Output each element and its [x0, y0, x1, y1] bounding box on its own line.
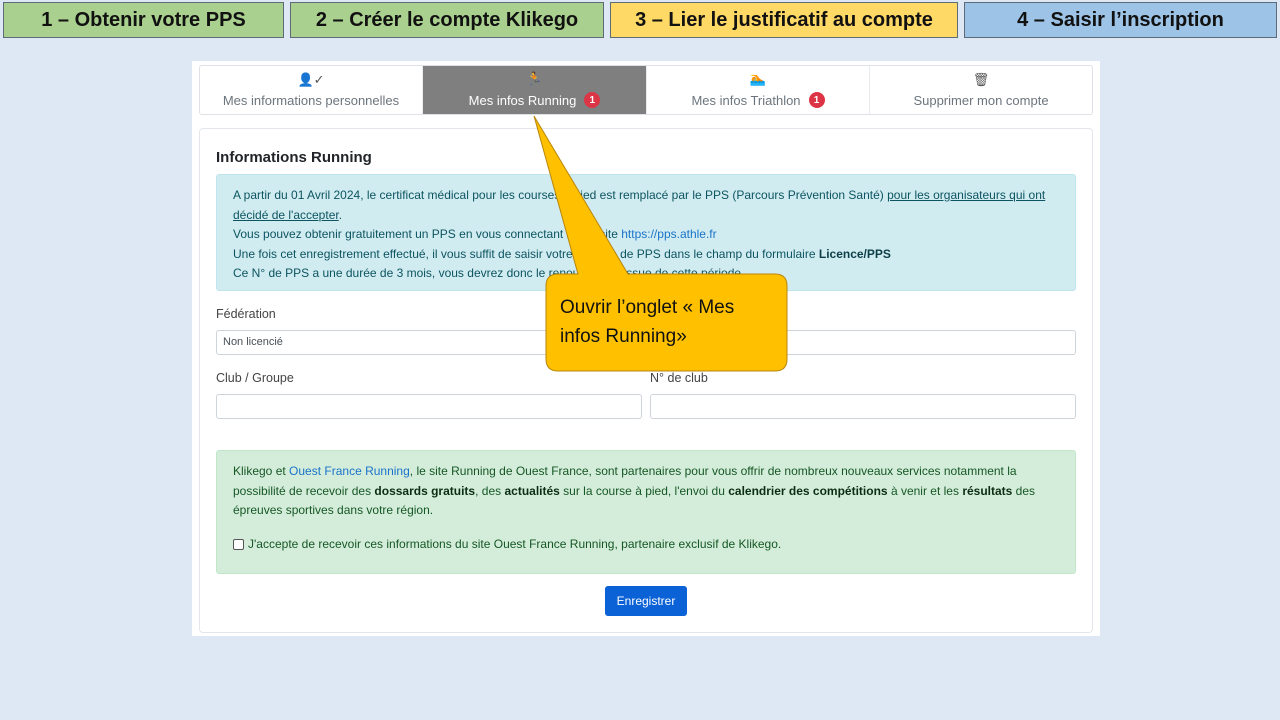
tab-personal-info[interactable]: 👤✓ Mes informations personnelles — [200, 66, 423, 114]
partner-bold: résultats — [962, 483, 1013, 498]
tab-running-info[interactable]: 🏃 Mes infos Running 1 — [423, 66, 647, 114]
partner-bold: calendrier des compétitions — [728, 483, 888, 498]
tab-label: Mes infos Running — [468, 92, 577, 108]
info-bold: Licence/PPS — [818, 246, 891, 261]
step-3-banner: 3 – Lier le justificatif au compte — [610, 2, 958, 38]
info-text: Une fois cet enregistrement effectué, il… — [233, 246, 819, 261]
tab-delete-account[interactable]: 🗑 Supprimer mon compte — [870, 66, 1092, 114]
partner-text: à venir et les — [887, 483, 963, 498]
pps-site-link[interactable]: https://pps.athle.fr — [621, 227, 716, 241]
partner-text: , des — [475, 483, 505, 498]
tab-label: Mes infos Triathlon — [691, 92, 801, 108]
partner-text: Klikego et — [233, 464, 290, 478]
consent-label: J'accepte de recevoir ces informations d… — [248, 537, 782, 551]
running-info-card: Informations Running A partir du 01 Avri… — [199, 128, 1093, 633]
section-title: Informations Running — [216, 149, 372, 166]
info-text: . — [338, 207, 343, 222]
info-text: A partir du 01 Avril 2024, le certificat… — [233, 188, 888, 202]
notification-badge: 1 — [808, 92, 825, 108]
partner-alert: Klikego et Ouest France Running, le site… — [216, 450, 1076, 574]
club-number-field[interactable] — [650, 394, 1076, 419]
partner-text: sur la course à pied, l'envoi du — [559, 483, 729, 498]
account-tabs: 👤✓ Mes informations personnelles 🏃 Mes i… — [199, 65, 1093, 115]
tab-triathlon-info[interactable]: 🏊 Mes infos Triathlon 1 — [647, 66, 870, 114]
callout-text: Ouvrir l’onglet « Mes infos Running» — [560, 297, 735, 347]
club-number-label: N° de club — [650, 371, 708, 385]
swimmer-icon: 🏊 — [749, 71, 767, 86]
user-check-icon: 👤✓ — [297, 71, 325, 87]
step-4-banner: 4 – Saisir l’inscription — [964, 2, 1277, 38]
consent-checkbox[interactable] — [233, 539, 244, 551]
save-button[interactable]: Enregistrer — [605, 586, 687, 616]
notification-badge: 1 — [584, 92, 601, 108]
info-text: Ce N° de PPS a une durée de 3 mois, vous… — [233, 266, 745, 280]
partner-bold: actualités — [504, 483, 560, 498]
club-label: Club / Groupe — [216, 371, 294, 385]
running-icon: 🏃 — [526, 71, 543, 86]
tab-label: Mes informations personnelles — [222, 92, 400, 108]
ouest-france-link[interactable]: Ouest France Running — [289, 464, 410, 478]
step-2-banner: 2 – Créer le compte Klikego — [290, 2, 604, 38]
pps-info-alert: A partir du 01 Avril 2024, le certificat… — [216, 174, 1076, 291]
step-1-banner: 1 – Obtenir votre PPS — [3, 2, 284, 38]
tab-label: Supprimer mon compte — [913, 92, 1049, 108]
club-field[interactable] — [216, 394, 642, 419]
trash-icon: 🗑 — [972, 71, 990, 87]
info-text: Vous pouvez obtenir gratuitement un PPS … — [233, 227, 622, 241]
consent-row[interactable]: J'accepte de recevoir ces informations d… — [233, 535, 781, 555]
partner-bold: dossards gratuits — [374, 483, 476, 498]
federation-label: Fédération — [216, 307, 276, 321]
